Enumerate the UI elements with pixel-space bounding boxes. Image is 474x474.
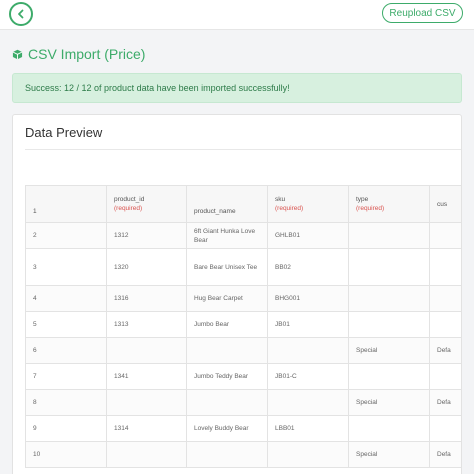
divider	[25, 149, 461, 150]
cell-cus: Defa	[429, 389, 461, 416]
cell-cus	[429, 415, 461, 442]
column-header-row: 1	[25, 185, 107, 223]
success-message: Success: 12 / 12 of product data have be…	[25, 83, 290, 93]
cell-product-name: Jumbo Teddy Bear	[186, 363, 268, 390]
back-button[interactable]	[9, 2, 33, 26]
cell-cus: Defa	[429, 441, 461, 468]
cell-cus	[429, 311, 461, 338]
cell-sku: BHG001	[267, 285, 349, 312]
cell-row: 9	[25, 415, 107, 442]
cell-type	[348, 248, 430, 286]
column-header-product-id: product_id (required)	[106, 185, 187, 223]
preview-table: 1 product_id (required) product_name sku…	[25, 185, 461, 468]
cell-product-name	[186, 337, 268, 364]
page-title: CSV Import (Price)	[12, 46, 145, 62]
cell-type: Special	[348, 441, 430, 468]
column-header-cus: cus	[429, 185, 461, 223]
cell-sku: JB01	[267, 311, 349, 338]
column-header-type: type (required)	[348, 185, 430, 223]
cell-row: 5	[25, 311, 107, 338]
table-row: 8 Special Defa	[25, 389, 461, 416]
cell-type	[348, 415, 430, 442]
cell-cus	[429, 222, 461, 249]
cell-sku: LBB01	[267, 415, 349, 442]
cell-sku	[267, 389, 349, 416]
cell-row: 10	[25, 441, 107, 468]
cell-row: 4	[25, 285, 107, 312]
cell-row: 2	[25, 222, 107, 249]
cell-cus: Defa	[429, 337, 461, 364]
cell-sku: BB02	[267, 248, 349, 286]
success-alert: Success: 12 / 12 of product data have be…	[12, 73, 462, 103]
cell-type	[348, 363, 430, 390]
cell-row: 8	[25, 389, 107, 416]
cell-sku	[267, 337, 349, 364]
cell-row: 6	[25, 337, 107, 364]
table-row: 10 Special Defa	[25, 441, 461, 468]
cell-cus	[429, 363, 461, 390]
table-row: 2 1312 6ft Giant Hunka Love Bear GHLB01	[25, 222, 461, 249]
chevron-left-icon	[18, 9, 24, 19]
data-preview-title: Data Preview	[25, 125, 103, 140]
row-header-number: 1	[33, 208, 37, 215]
cell-product-id: 1314	[106, 415, 187, 442]
column-header-sku: sku (required)	[267, 185, 349, 223]
cell-product-id: 1313	[106, 311, 187, 338]
table-row: 6 Special Defa	[25, 337, 461, 364]
table-row: 4 1316 Hug Bear Carpet BHG001	[25, 285, 461, 312]
cell-product-name: Hug Bear Carpet	[186, 285, 268, 312]
cell-product-id	[106, 441, 187, 468]
reupload-csv-button[interactable]: Reupload CSV	[382, 3, 463, 23]
cell-sku: JB01-C	[267, 363, 349, 390]
cell-type: Special	[348, 389, 430, 416]
cell-product-id	[106, 337, 187, 364]
cell-product-id: 1320	[106, 248, 187, 286]
cell-type	[348, 285, 430, 312]
cell-product-name: Jumbo Bear	[186, 311, 268, 338]
cube-icon	[12, 49, 23, 59]
cell-product-name: 6ft Giant Hunka Love Bear	[186, 222, 268, 249]
cell-product-id: 1312	[106, 222, 187, 249]
cell-row: 3	[25, 248, 107, 286]
cell-type	[348, 222, 430, 249]
cell-sku: GHLB01	[267, 222, 349, 249]
cell-product-id	[106, 389, 187, 416]
table-header-row: 1 product_id (required) product_name sku…	[25, 185, 461, 223]
cell-product-id: 1316	[106, 285, 187, 312]
cell-type	[348, 311, 430, 338]
cell-product-name	[186, 389, 268, 416]
cell-product-id: 1341	[106, 363, 187, 390]
cell-sku	[267, 441, 349, 468]
table-row: 3 1320 Bare Bear Unisex Tee BB02	[25, 248, 461, 286]
table-row: 7 1341 Jumbo Teddy Bear JB01-C	[25, 363, 461, 390]
cell-row: 7	[25, 363, 107, 390]
table-row: 9 1314 Lovely Buddy Bear LBB01	[25, 415, 461, 442]
data-preview-card: Data Preview 1 product_id (required) pro…	[12, 114, 462, 474]
cell-product-name	[186, 441, 268, 468]
page-title-text: CSV Import (Price)	[28, 46, 146, 62]
cell-cus	[429, 248, 461, 286]
cell-product-name: Bare Bear Unisex Tee	[186, 248, 268, 286]
cell-type: Special	[348, 337, 430, 364]
cell-product-name: Lovely Buddy Bear	[186, 415, 268, 442]
column-header-product-name: product_name	[186, 185, 268, 223]
table-row: 5 1313 Jumbo Bear JB01	[25, 311, 461, 338]
cell-cus	[429, 285, 461, 312]
top-bar: Reupload CSV	[0, 0, 474, 30]
